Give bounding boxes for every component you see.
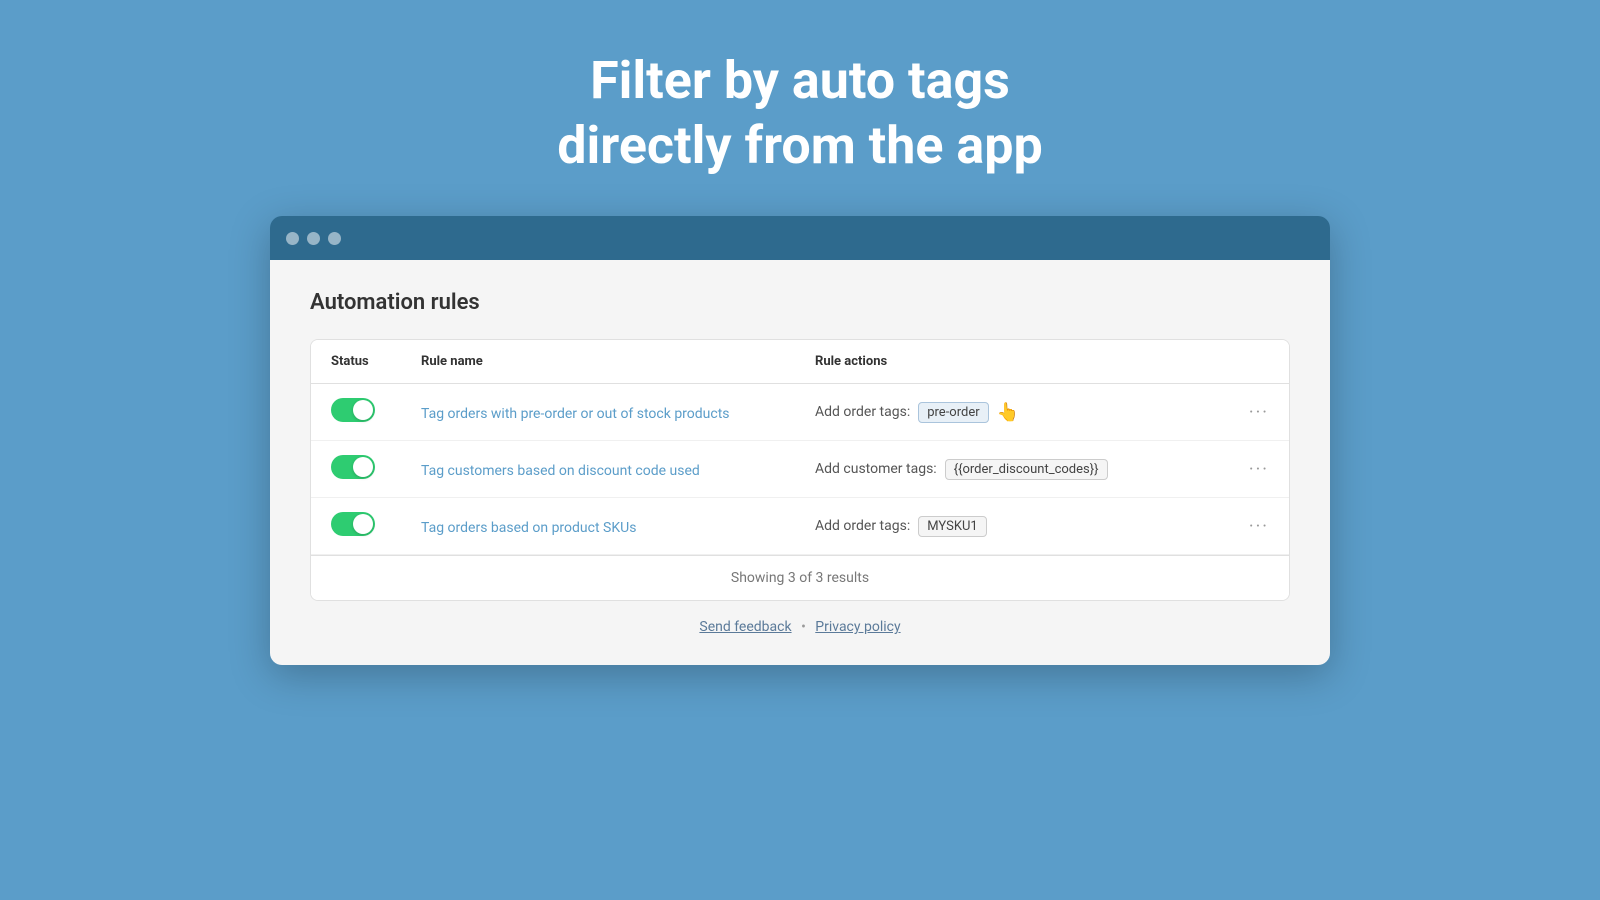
hero-line2: directly from the app: [557, 115, 1042, 176]
rule-action-row3: Add order tags: MYSKU1: [815, 516, 1209, 537]
privacy-policy-link[interactable]: Privacy policy: [815, 619, 900, 635]
table-row: Tag orders with pre-order or out of stoc…: [311, 384, 1289, 441]
table-footer: Showing 3 of 3 results: [311, 555, 1289, 600]
traffic-light-green: [328, 232, 341, 245]
toggle-status-row1[interactable]: [331, 398, 421, 426]
rule-name-row3[interactable]: Tag orders based on product SKUs: [421, 517, 815, 536]
toggle-status-row2[interactable]: [331, 455, 421, 483]
rule-action-row1: Add order tags: pre-order 👆: [815, 402, 1209, 423]
header-rule-actions: Rule actions: [815, 354, 1209, 369]
table-row: Tag customers based on discount code use…: [311, 441, 1289, 498]
toggle-status-row3[interactable]: [331, 512, 421, 540]
rule-name-row2[interactable]: Tag customers based on discount code use…: [421, 460, 815, 479]
hero-section: Filter by auto tags directly from the ap…: [557, 50, 1042, 176]
send-feedback-link[interactable]: Send feedback: [699, 619, 791, 635]
action-label-row2: Add customer tags:: [815, 461, 937, 477]
browser-window: Automation rules Status Rule name Rule a…: [270, 216, 1330, 665]
header-rule-name: Rule name: [421, 354, 815, 369]
footer-separator: •: [801, 619, 806, 635]
rule-name-row1[interactable]: Tag orders with pre-order or out of stoc…: [421, 403, 815, 422]
rule-action-row2: Add customer tags: {{order_discount_code…: [815, 459, 1209, 480]
automation-table: Status Rule name Rule actions Tag orders…: [310, 339, 1290, 601]
cursor-row1: 👆: [997, 402, 1019, 423]
page-footer: Send feedback • Privacy policy: [310, 619, 1290, 635]
header-status: Status: [331, 354, 421, 369]
page-title: Automation rules: [310, 290, 1290, 315]
table-header: Status Rule name Rule actions: [311, 340, 1289, 384]
traffic-light-yellow: [307, 232, 320, 245]
header-actions-spacer: [1209, 354, 1269, 369]
more-actions-row1[interactable]: ···: [1209, 402, 1269, 423]
table-row: Tag orders based on product SKUs Add ord…: [311, 498, 1289, 555]
action-label-row1: Add order tags:: [815, 404, 910, 420]
tag-badge-row1: pre-order: [918, 402, 988, 423]
traffic-light-red: [286, 232, 299, 245]
browser-content: Automation rules Status Rule name Rule a…: [270, 260, 1330, 665]
more-actions-row2[interactable]: ···: [1209, 459, 1269, 480]
browser-titlebar: [270, 216, 1330, 260]
tag-badge-row3: MYSKU1: [918, 516, 987, 537]
more-actions-row3[interactable]: ···: [1209, 516, 1269, 537]
tag-badge-row2: {{order_discount_codes}}: [945, 459, 1108, 480]
action-label-row3: Add order tags:: [815, 518, 910, 534]
hero-line1: Filter by auto tags: [557, 50, 1042, 111]
